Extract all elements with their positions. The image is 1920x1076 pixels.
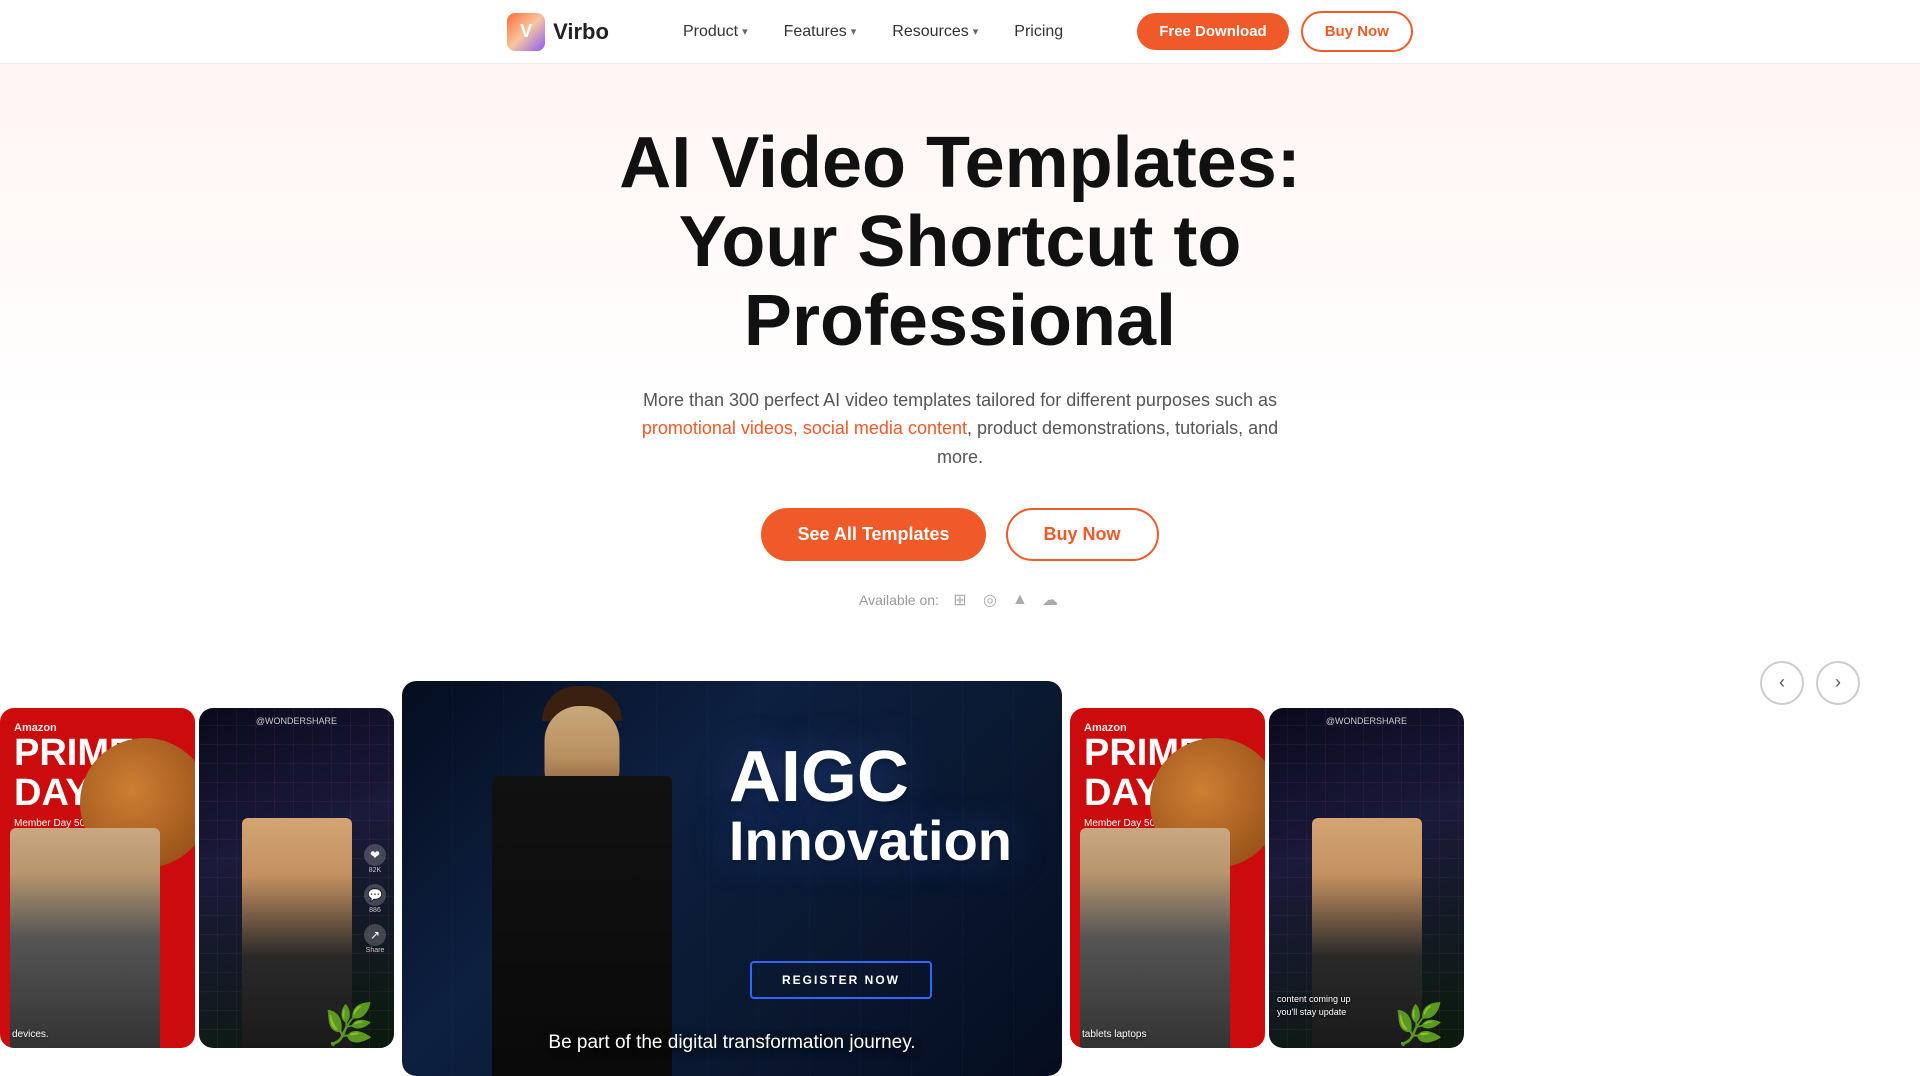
chevron-down-icon: ▾ <box>973 25 979 38</box>
card-tiktok-2[interactable]: @WONDERSHARE 🌿 content coming upyou'll s… <box>1269 708 1464 1048</box>
buy-now-hero-button[interactable]: Buy Now <box>1006 508 1159 561</box>
nav-item-product[interactable]: Product ▾ <box>669 15 762 49</box>
amazon-person-image <box>10 828 160 1048</box>
buy-now-nav-button[interactable]: Buy Now <box>1301 11 1413 52</box>
tiktok-caption: content coming upyou'll stay update <box>1277 993 1456 1018</box>
chevron-right-icon: › <box>1835 672 1841 693</box>
share-icon: ↗ <box>364 924 386 946</box>
hero-section: AI Video Templates: Your Shortcut to Pro… <box>0 64 1920 651</box>
chrome-icon: ◎ <box>979 589 1001 611</box>
hero-description: More than 300 perfect AI video templates… <box>640 386 1280 472</box>
card-amazon-1[interactable]: Amazon PRIMEDAY Member Day 50% off devic… <box>0 708 195 1048</box>
tiktok-share: ↗ Share <box>364 924 386 954</box>
chevron-left-icon: ‹ <box>1779 672 1785 693</box>
cloud-icon: ☁ <box>1039 589 1061 611</box>
see-all-templates-button[interactable]: See All Templates <box>761 508 985 561</box>
amazon-brand: Amazon <box>14 722 181 734</box>
nav-menu: Product ▾ Features ▾ Resources ▾ Pricing <box>669 15 1077 49</box>
amazon-bottom-text-2: tablets laptops <box>1082 1029 1147 1040</box>
card-amazon-2[interactable]: Amazon PRIMEDAY Member Day 50% off table… <box>1070 708 1265 1048</box>
carousel-cards: Amazon PRIMEDAY Member Day 50% off devic… <box>0 681 1920 1076</box>
hero-title: AI Video Templates: Your Shortcut to Pro… <box>510 124 1410 362</box>
amazon-person-2 <box>1080 828 1230 1048</box>
chevron-down-icon: ▾ <box>851 25 857 38</box>
carousel-section: ‹ › Amazon PRIMEDAY Member Day 50% off d… <box>0 651 1920 1076</box>
presenter-body <box>492 776 672 1076</box>
aigc-subtitle: Innovation <box>729 813 1012 869</box>
center-card-subtitle: Be part of the digital transformation jo… <box>402 1032 1062 1054</box>
aigc-title: AIGCInnovation <box>729 741 1012 869</box>
center-presenter <box>442 686 722 1076</box>
amazon-bottom-text: devices. <box>12 1029 49 1040</box>
heart-icon: ❤ <box>364 844 386 866</box>
tiktok-like: ❤ 82K <box>364 844 386 874</box>
tiktok-comment: 💬 886 <box>364 884 386 914</box>
logo[interactable]: V Virbo <box>507 13 609 51</box>
nav-buttons: Free Download Buy Now <box>1137 11 1413 52</box>
nav-item-features[interactable]: Features ▾ <box>770 15 871 49</box>
amazon-brand-2: Amazon <box>1084 722 1251 734</box>
comment-icon: 💬 <box>364 884 386 906</box>
windows-icon: ⊞ <box>949 589 971 611</box>
platform-icons: ⊞ ◎ ▲ ☁ <box>949 589 1061 611</box>
carousel-next-button[interactable]: › <box>1816 661 1860 705</box>
available-on: Available on: ⊞ ◎ ▲ ☁ <box>20 589 1900 611</box>
nav-item-pricing[interactable]: Pricing <box>1000 15 1077 49</box>
card-tiktok-1[interactable]: @WONDERSHARE 🌿 ❤ 82K 💬 886 ↗ Share <box>199 708 394 1048</box>
free-download-button[interactable]: Free Download <box>1137 13 1289 50</box>
hero-buttons: See All Templates Buy Now <box>20 508 1900 561</box>
navigation: V Virbo Product ▾ Features ▾ Resources ▾… <box>0 0 1920 64</box>
card-aigc-center[interactable]: AIGCInnovation REGISTER NOW Be part of t… <box>402 681 1062 1076</box>
logo-icon: V <box>507 13 545 51</box>
logo-text: Virbo <box>553 19 609 45</box>
tiktok-plant-icon: 🌿 <box>324 1001 374 1048</box>
android-icon: ▲ <box>1009 589 1031 611</box>
register-now-button[interactable]: REGISTER NOW <box>750 961 932 999</box>
nav-item-resources[interactable]: Resources ▾ <box>878 15 992 49</box>
tiktok-action-buttons: ❤ 82K 💬 886 ↗ Share <box>364 844 386 954</box>
carousel-prev-button[interactable]: ‹ <box>1760 661 1804 705</box>
promo-link[interactable]: promotional videos, social media content <box>642 418 967 438</box>
chevron-down-icon: ▾ <box>742 25 748 38</box>
carousel-controls: ‹ › <box>1760 661 1860 705</box>
available-label: Available on: <box>859 592 939 608</box>
